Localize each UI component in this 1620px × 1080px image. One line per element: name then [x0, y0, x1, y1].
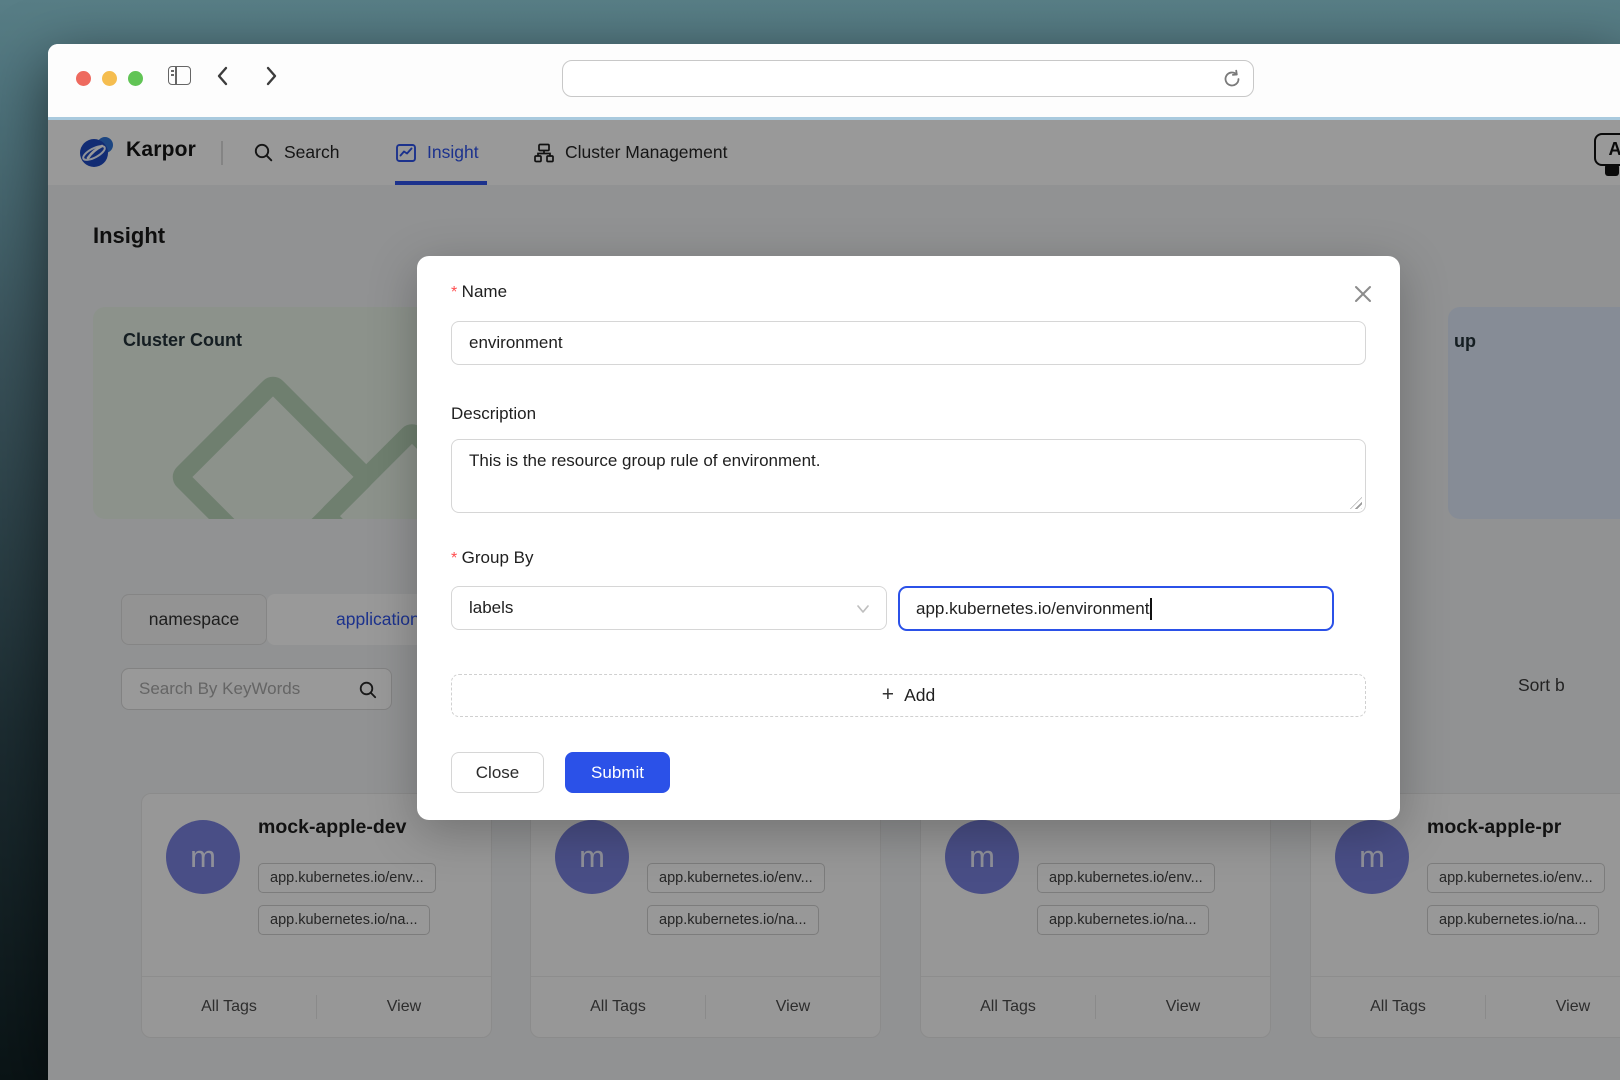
- address-input[interactable]: [563, 61, 1253, 96]
- chevron-down-icon: [856, 603, 870, 615]
- plus-icon: +: [882, 683, 894, 707]
- sidebar-toggle-icon[interactable]: [168, 66, 191, 85]
- desktop: Karpor Search Insight: [0, 0, 1620, 1080]
- group-by-select-value: labels: [469, 598, 513, 618]
- edit-resource-group-modal: Name Description This is the resource gr…: [417, 256, 1400, 820]
- name-field: [451, 321, 1366, 365]
- traffic-light-minimize[interactable]: [102, 71, 117, 86]
- reload-icon[interactable]: [1221, 68, 1243, 90]
- page-viewport: Karpor Search Insight: [48, 120, 1620, 1080]
- description-field: This is the resource group rule of envir…: [451, 439, 1366, 513]
- group-by-key-value: app.kubernetes.io/environment: [916, 599, 1149, 619]
- description-label: Description: [451, 404, 536, 424]
- browser-window: Karpor Search Insight: [48, 44, 1620, 1080]
- close-button-label: Close: [476, 763, 519, 783]
- close-icon[interactable]: [1353, 284, 1373, 304]
- traffic-light-zoom[interactable]: [128, 71, 143, 86]
- group-by-label: Group By: [451, 548, 533, 568]
- close-button[interactable]: Close: [451, 752, 544, 793]
- name-input[interactable]: [452, 322, 1365, 364]
- group-by-key-input[interactable]: app.kubernetes.io/environment: [898, 586, 1334, 631]
- submit-button[interactable]: Submit: [565, 752, 670, 793]
- submit-button-label: Submit: [591, 763, 644, 783]
- address-bar[interactable]: [562, 60, 1254, 97]
- add-button[interactable]: + Add: [451, 674, 1366, 717]
- name-label: Name: [451, 282, 507, 302]
- add-button-label: Add: [904, 685, 935, 706]
- back-icon[interactable]: [212, 64, 236, 88]
- traffic-light-close[interactable]: [76, 71, 91, 86]
- group-by-select[interactable]: labels: [451, 586, 887, 630]
- forward-icon[interactable]: [258, 64, 282, 88]
- browser-titlebar: [48, 44, 1620, 117]
- description-textarea[interactable]: This is the resource group rule of envir…: [452, 440, 1365, 512]
- text-cursor: [1150, 598, 1152, 620]
